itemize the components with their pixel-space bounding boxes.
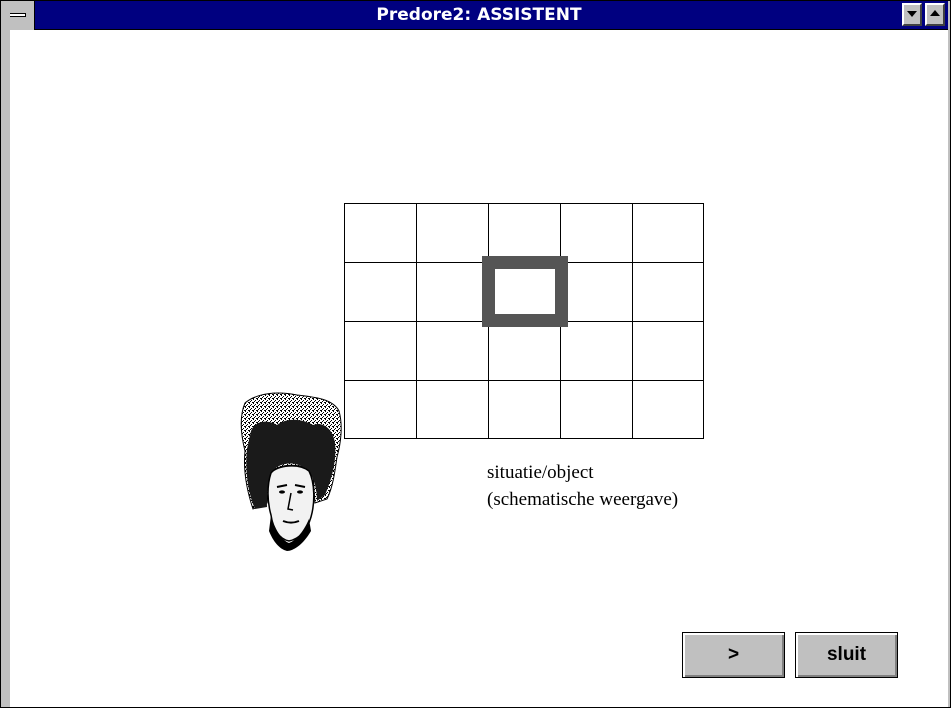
assistant-window: Predore2: ASSISTENT situatie/object (sch… bbox=[0, 0, 951, 708]
next-button[interactable]: > bbox=[682, 632, 785, 678]
grid-line-horizontal bbox=[345, 380, 703, 381]
schematic-grid bbox=[344, 203, 704, 439]
highlighted-cell bbox=[482, 256, 568, 327]
close-button[interactable]: sluit bbox=[795, 632, 898, 678]
title-bar[interactable]: Predore2: ASSISTENT bbox=[1, 1, 948, 30]
assistant-portrait bbox=[240, 392, 342, 551]
caption-line-2: (schematische weergave) bbox=[487, 489, 679, 510]
window-title: Predore2: ASSISTENT bbox=[376, 5, 582, 25]
triangle-up-icon bbox=[930, 10, 940, 16]
triangle-down-icon bbox=[907, 11, 917, 17]
diagram-caption: situatie/object (schematische weergave) bbox=[487, 459, 678, 513]
maximize-button[interactable] bbox=[925, 3, 945, 26]
caption-line-1: situatie/object bbox=[487, 462, 594, 483]
minimize-button[interactable] bbox=[902, 3, 922, 26]
client-area: situatie/object (schematische weergave) … bbox=[10, 30, 948, 707]
